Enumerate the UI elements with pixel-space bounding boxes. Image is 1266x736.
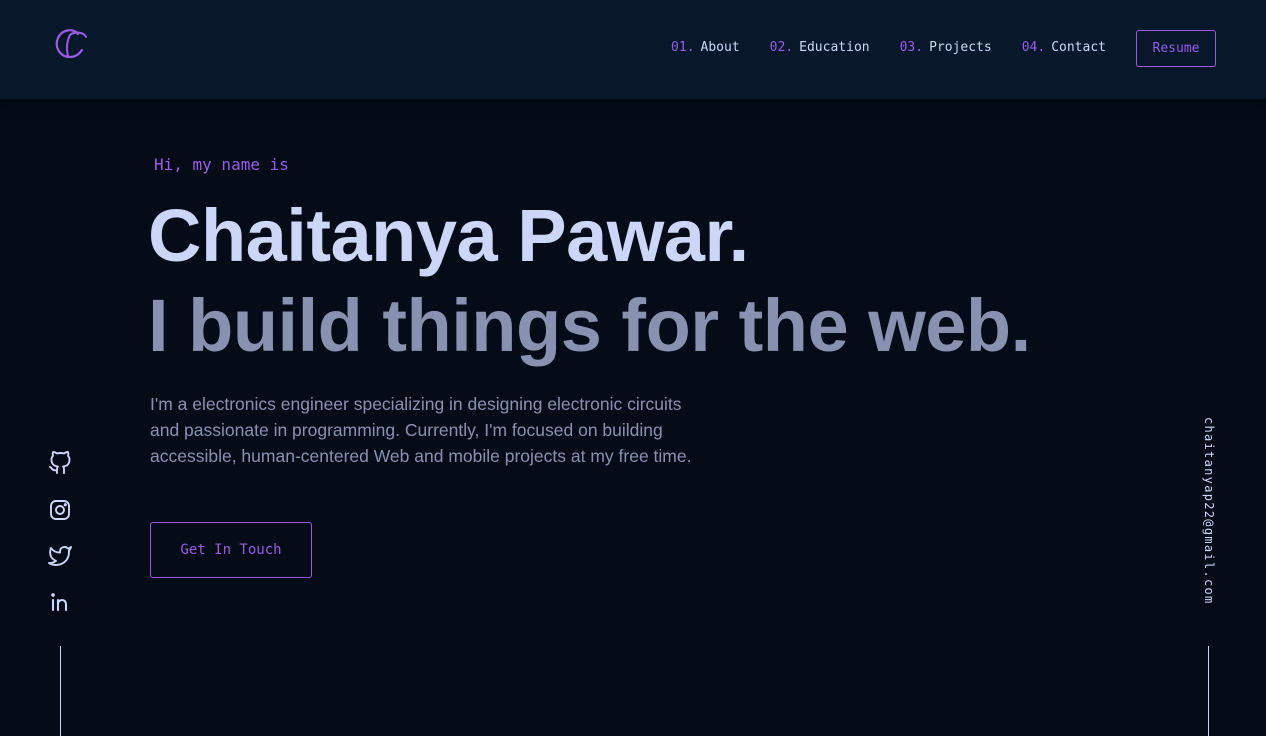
email-link[interactable]: chaitanyap22@gmail.com xyxy=(1200,417,1216,617)
resume-button[interactable]: Resume xyxy=(1136,30,1216,67)
nav-label: Projects xyxy=(929,40,992,55)
hero-tagline: I build things for the web. xyxy=(148,284,1031,367)
nav-number: 03. xyxy=(899,40,924,55)
left-divider-line xyxy=(60,646,61,736)
hero-bio: I'm a electronics engineer specializing … xyxy=(150,394,692,466)
nav-item-about[interactable]: 01. About xyxy=(671,38,740,58)
right-divider-line xyxy=(1208,646,1209,736)
nav-number: 01. xyxy=(671,40,695,55)
nav-label: Education xyxy=(799,40,870,55)
nav-item-education[interactable]: 02. Education xyxy=(770,38,870,58)
site-header: 01. About 02. Education 03. Projects 04. Con… xyxy=(0,0,1266,99)
nav-label: Contact xyxy=(1051,40,1106,55)
nav-label: About xyxy=(700,40,740,55)
linkedin-icon[interactable] xyxy=(48,590,72,614)
intro-text: Hi, my name is xyxy=(154,155,289,174)
instagram-icon[interactable] xyxy=(48,498,72,522)
nav-item-contact[interactable]: 04. Contact xyxy=(1022,38,1106,58)
nav-item-projects[interactable]: 03. Projects xyxy=(900,38,992,58)
nav-number: 02. xyxy=(769,40,794,55)
github-icon[interactable] xyxy=(48,451,72,475)
get-in-touch-button[interactable]: Get In Touch xyxy=(150,522,312,578)
nav-number: 04. xyxy=(1021,40,1046,55)
logo-icon[interactable] xyxy=(50,26,90,62)
hero-name: Chaitanya Pawar. xyxy=(148,194,749,277)
twitter-icon[interactable] xyxy=(48,544,72,568)
main-nav: 01. About 02. Education 03. Projects 04. Con… xyxy=(671,38,1106,58)
